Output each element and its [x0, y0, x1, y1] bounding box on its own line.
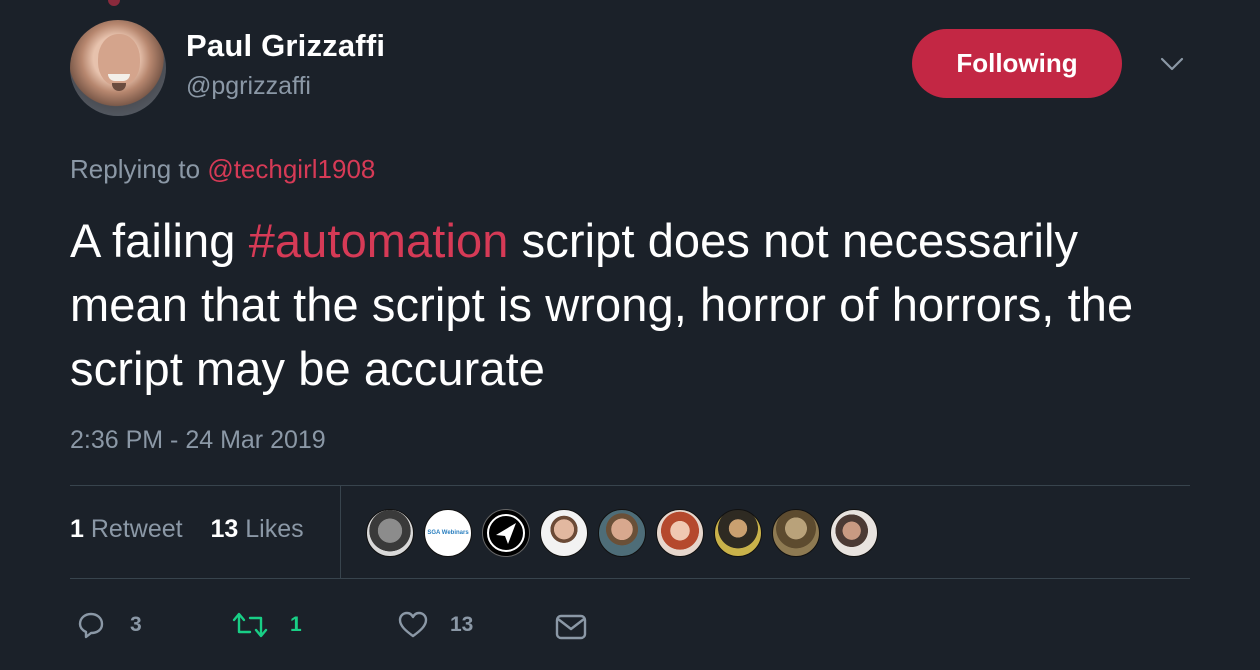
- direct-message-action[interactable]: [554, 610, 588, 642]
- liker-avatar[interactable]: [714, 509, 762, 557]
- stats-vertical-divider: [340, 486, 341, 578]
- liker-avatar[interactable]: [366, 509, 414, 557]
- stats-bottom-divider: [70, 578, 1190, 579]
- reply-icon: [78, 612, 104, 639]
- reply-action[interactable]: 3: [74, 608, 142, 642]
- likes-label: Likes: [245, 515, 304, 543]
- avatar-smile: [108, 74, 130, 81]
- avatar-goatee: [112, 83, 126, 91]
- stats-top-divider: [70, 485, 1190, 486]
- retweet-icon: [232, 612, 268, 638]
- retweets-count: 1: [70, 515, 84, 543]
- reply-count: 3: [130, 613, 142, 636]
- heart-icon: [398, 611, 428, 638]
- scroll-indicator: [108, 0, 120, 6]
- like-count: 13: [450, 613, 474, 636]
- liker-avatar[interactable]: [598, 509, 646, 557]
- replying-to-label: Replying to: [70, 154, 201, 184]
- tweet-text-start: A failing: [70, 214, 249, 267]
- chevron-down-icon[interactable]: [1160, 56, 1184, 72]
- hashtag-link[interactable]: #automation: [249, 214, 509, 267]
- likes-stat[interactable]: 13 Likes: [210, 515, 303, 543]
- author-handle[interactable]: @pgrizzaffi: [186, 72, 311, 101]
- replying-to: Replying to @techgirl1908: [70, 154, 375, 185]
- tweet-stats: 1 Retweet 13 Likes: [70, 515, 304, 544]
- reply-mention-link[interactable]: @techgirl1908: [207, 154, 375, 184]
- like-action[interactable]: 13: [396, 608, 473, 642]
- liker-avatar[interactable]: [482, 509, 530, 557]
- retweet-count: 1: [290, 613, 302, 636]
- envelope-icon: [555, 614, 587, 640]
- retweets-stat[interactable]: 1 Retweet: [70, 515, 183, 543]
- tweet-timestamp[interactable]: 2:36 PM - 24 Mar 2019: [70, 426, 326, 455]
- liker-avatar-label: SGA Webinars: [427, 530, 469, 536]
- author-avatar[interactable]: [70, 20, 166, 116]
- liker-avatar[interactable]: SGA Webinars: [424, 509, 472, 557]
- following-button[interactable]: Following: [912, 29, 1122, 98]
- liker-avatar[interactable]: [540, 509, 588, 557]
- retweets-label: Retweet: [90, 515, 183, 543]
- liker-avatar[interactable]: [656, 509, 704, 557]
- tweet-text: A failing #automation script does not ne…: [70, 209, 1200, 401]
- liker-avatar[interactable]: [830, 509, 878, 557]
- author-display-name[interactable]: Paul Grizzaffi: [186, 28, 385, 64]
- likes-count: 13: [210, 515, 239, 543]
- liker-avatar[interactable]: [772, 509, 820, 557]
- retweet-action[interactable]: 1: [230, 608, 302, 642]
- liker-logo-icon: [487, 514, 525, 552]
